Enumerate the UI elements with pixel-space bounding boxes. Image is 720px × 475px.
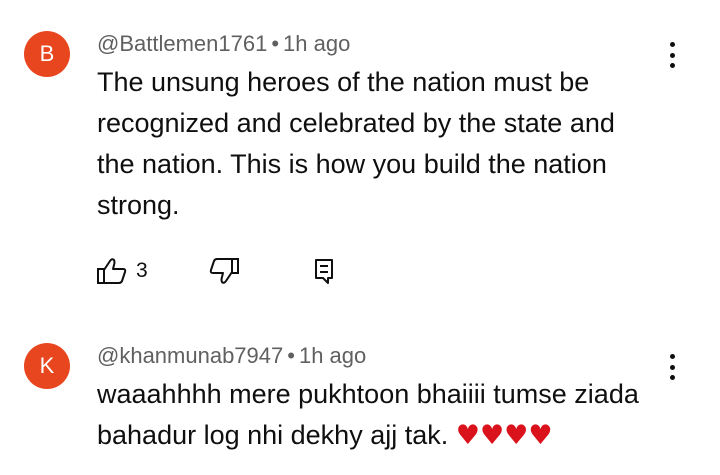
heart-emoji: ♥♥♥♥ [455,420,553,451]
comment-text-fragment: bahadur log nhi dekhy ajj tak. [97,420,449,450]
comment-text: The unsung heroes of the nation must be … [97,67,615,220]
comment-timestamp[interactable]: 1h ago [283,31,350,56]
reply-button[interactable] [312,256,336,286]
comment-meta: @khanmunab7947 • 1h ago [97,343,366,369]
meta-separator: • [271,31,280,56]
thumbs-up-icon [96,257,128,285]
like-count: 3 [136,259,148,282]
comment-text-line: bahadur log nhi dekhy ajj tak. ♥♥♥♥ [97,415,657,456]
meta-separator: • [287,343,295,368]
more-vert-icon[interactable] [660,40,684,70]
comment-meta: @Battlemen1761 • 1h ago [97,31,350,57]
avatar[interactable]: K [24,343,70,389]
like-button[interactable]: 3 [96,256,148,286]
comment-item: K @khanmunab7947 • 1h ago waaahhhh mere pu… [0,300,720,475]
comment-item: B @Battlemen1761 • 1h ago The unsung heroe… [0,0,720,300]
reply-icon [312,257,336,285]
more-vert-icon[interactable] [660,352,684,382]
comment-author-handle[interactable]: @khanmunab7947 [97,343,283,368]
avatar[interactable]: B [24,31,70,77]
comment-text: waaahhhh mere pukhtoon bhaiiii tumse zia… [97,374,657,456]
thumbs-down-icon [208,257,240,285]
comment-text-line: waaahhhh mere pukhtoon bhaiiii tumse zia… [97,379,639,409]
comment-author-handle[interactable]: @Battlemen1761 [97,31,267,56]
dislike-button[interactable] [208,256,240,286]
comment-timestamp[interactable]: 1h ago [299,343,366,368]
